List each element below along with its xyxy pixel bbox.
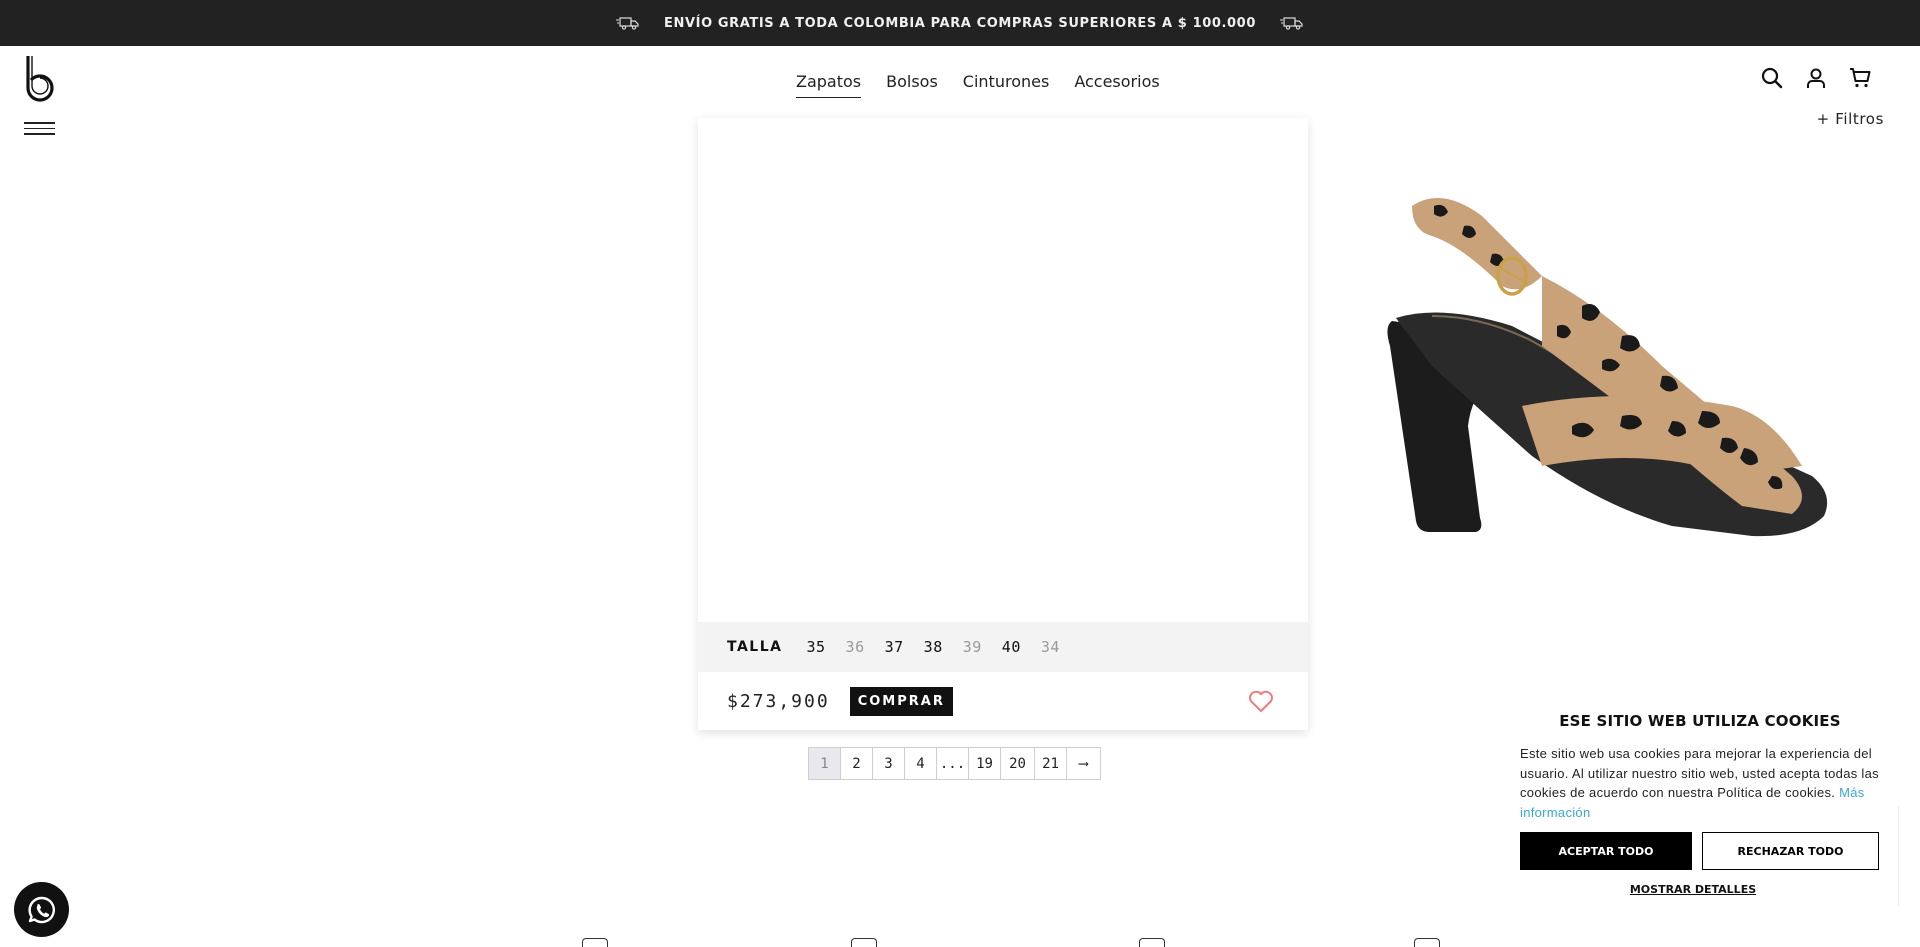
page-2[interactable]: 2 — [840, 747, 873, 780]
size-option[interactable]: 38 — [924, 638, 943, 656]
edge-divider — [1898, 806, 1920, 906]
nav-item-cinturones[interactable]: Cinturones — [963, 72, 1050, 98]
cookie-details-link[interactable]: MOSTRAR DETALLES — [1520, 883, 1866, 896]
footer-icon — [582, 938, 608, 947]
page-4[interactable]: 4 — [904, 747, 937, 780]
cart-icon[interactable] — [1848, 66, 1872, 90]
header-actions — [1760, 66, 1872, 90]
size-label: TALLA — [727, 639, 783, 655]
footer-icon — [1139, 938, 1165, 947]
page-21[interactable]: 21 — [1034, 747, 1067, 780]
pagination: 1 2 3 4 ... 19 20 21 ⟶ — [808, 747, 1101, 780]
menu-icon[interactable] — [24, 122, 55, 136]
footer-icons-row — [0, 938, 1920, 947]
size-option[interactable]: 35 — [806, 638, 825, 656]
brand-logo[interactable] — [24, 54, 56, 104]
product-price: $273,900 — [727, 690, 830, 712]
truck-icon — [1279, 17, 1303, 30]
page-1[interactable]: 1 — [808, 747, 841, 780]
size-option[interactable]: 36 — [846, 638, 865, 656]
cookie-banner: ESE SITIO WEB UTILIZA COOKIES Este sitio… — [1520, 712, 1880, 912]
product-card: TALLA 35 36 37 38 39 40 34 $273,900 COMP… — [698, 118, 1308, 730]
cookie-actions: ACEPTAR TODO RECHAZAR TODO — [1520, 832, 1880, 870]
page-20[interactable]: 20 — [1000, 747, 1035, 780]
size-option[interactable]: 34 — [1041, 638, 1060, 656]
size-option[interactable]: 40 — [1002, 638, 1021, 656]
truck-icon — [616, 17, 639, 30]
footer-icon — [851, 938, 877, 947]
buy-button[interactable]: COMPRAR — [849, 686, 953, 716]
filters-toggle[interactable]: + Filtros — [1817, 110, 1884, 128]
main-nav: Zapatos Bolsos Cinturones Accesorios — [796, 72, 1160, 98]
size-selector: TALLA 35 36 37 38 39 40 34 — [698, 622, 1308, 672]
size-option[interactable]: 39 — [963, 638, 982, 656]
page-3[interactable]: 3 — [872, 747, 905, 780]
page-ellipsis: ... — [936, 747, 969, 780]
site-header: Zapatos Bolsos Cinturones Accesorios — [0, 46, 1920, 135]
search-icon[interactable] — [1760, 66, 1784, 90]
heart-icon[interactable] — [1248, 689, 1274, 713]
announcement-bar: ENVÍO GRATIS A TODA COLOMBIA PARA COMPRA… — [0, 0, 1920, 46]
user-icon[interactable] — [1804, 66, 1828, 90]
whatsapp-icon — [27, 896, 55, 923]
next-page-button[interactable]: ⟶ — [1066, 747, 1101, 780]
nav-item-zapatos[interactable]: Zapatos — [796, 72, 862, 98]
whatsapp-button[interactable] — [14, 882, 69, 937]
size-option[interactable]: 37 — [885, 638, 904, 656]
product-image-sandal[interactable] — [1372, 176, 1852, 546]
reject-cookies-button[interactable]: RECHAZAR TODO — [1702, 832, 1879, 870]
footer-icon — [1414, 938, 1440, 947]
cookie-body: Este sitio web usa cookies para mejorar … — [1520, 744, 1880, 822]
announcement-text: ENVÍO GRATIS A TODA COLOMBIA PARA COMPRA… — [664, 15, 1256, 31]
page-19[interactable]: 19 — [968, 747, 1001, 780]
accept-cookies-button[interactable]: ACEPTAR TODO — [1520, 832, 1692, 870]
cookie-text: Este sitio web usa cookies para mejorar … — [1520, 746, 1879, 800]
product-image[interactable] — [698, 118, 1308, 622]
nav-item-bolsos[interactable]: Bolsos — [886, 72, 938, 98]
price-row: $273,900 COMPRAR — [698, 672, 1308, 730]
nav-item-accesorios[interactable]: Accesorios — [1074, 72, 1159, 98]
cookie-title: ESE SITIO WEB UTILIZA COOKIES — [1559, 712, 1841, 730]
